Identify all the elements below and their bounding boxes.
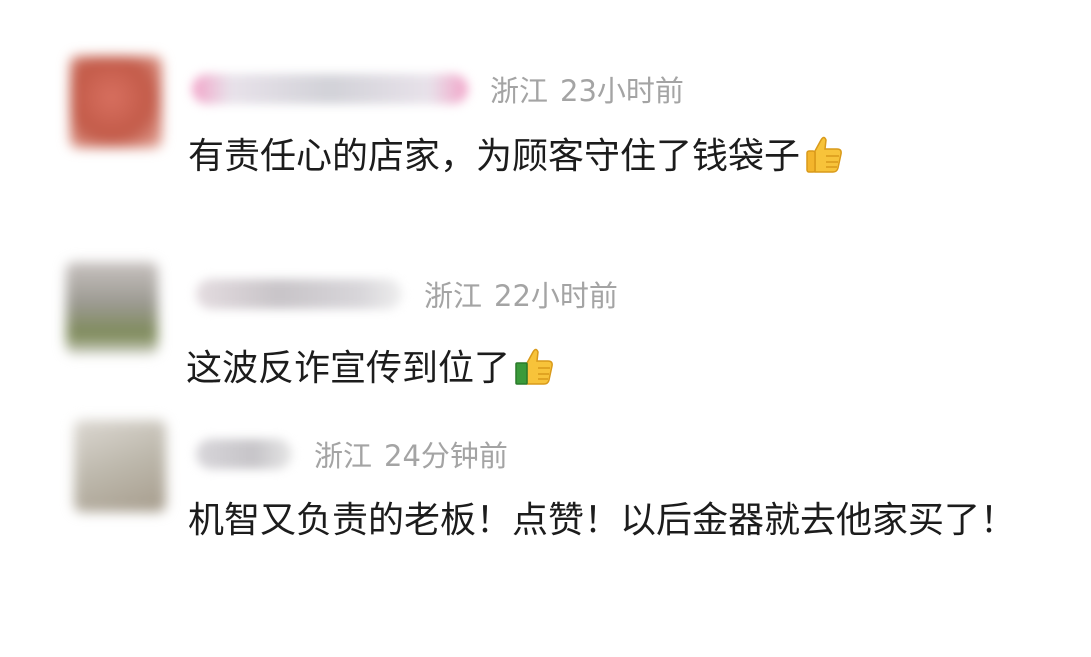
avatar[interactable]	[74, 420, 166, 512]
avatar[interactable]	[66, 262, 158, 354]
comment-header: 浙江 23小时前	[192, 65, 684, 113]
timestamp: 24分钟前	[384, 439, 508, 473]
comment-text: 机智又负责的老板！点赞！以后金器就去他家买了！	[188, 500, 1017, 541]
comment-text: 这波反诈宣传到位了	[186, 348, 511, 389]
thumbs-up-icon	[802, 132, 846, 176]
thumbs-up-icon	[512, 344, 556, 388]
comment-meta: 浙江 22小时前	[424, 273, 618, 315]
timestamp: 22小时前	[494, 279, 618, 313]
timestamp: 23小时前	[560, 74, 684, 108]
comment-meta: 浙江 23小时前	[490, 68, 684, 110]
comment-text-container: 这波反诈宣传到位了	[186, 340, 556, 398]
comment-text-container: 有责任心的店家，为顾客守住了钱袋子	[188, 128, 846, 186]
comment-header: 浙江 24分钟前	[196, 430, 508, 478]
location-label: 浙江	[490, 74, 549, 108]
location-label: 浙江	[314, 439, 373, 473]
avatar[interactable]	[70, 56, 162, 148]
username-blurred[interactable]	[192, 74, 468, 104]
comment-meta: 浙江 24分钟前	[314, 433, 508, 475]
location-label: 浙江	[424, 279, 483, 313]
comment-text: 有责任心的店家，为顾客守住了钱袋子	[188, 136, 801, 177]
username-blurred[interactable]	[196, 279, 402, 309]
username-blurred[interactable]	[196, 439, 292, 469]
comment-header: 浙江 22小时前	[196, 270, 618, 318]
